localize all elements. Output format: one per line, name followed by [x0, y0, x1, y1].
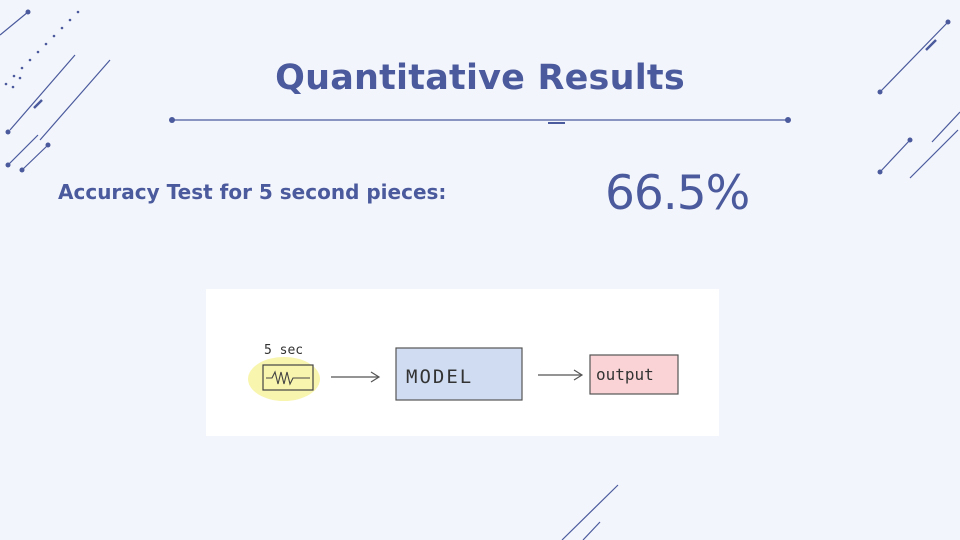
output-box: output	[589, 354, 679, 395]
accuracy-value: 66.5%	[605, 166, 750, 221]
input-clip: 5 sec	[248, 343, 320, 401]
model-box: MODEL	[395, 347, 523, 401]
model-label: MODEL	[406, 366, 473, 388]
metric-label: Accuracy Test for 5 second pieces:	[58, 180, 447, 204]
arrow-right-icon	[538, 369, 584, 381]
duration-label: 5 sec	[264, 343, 303, 358]
arrow-right-icon	[331, 371, 381, 383]
output-label: output	[596, 365, 654, 384]
pipeline-diagram: 5 sec MODEL output	[206, 289, 719, 436]
slide-title: Quantitative Results	[275, 58, 685, 98]
